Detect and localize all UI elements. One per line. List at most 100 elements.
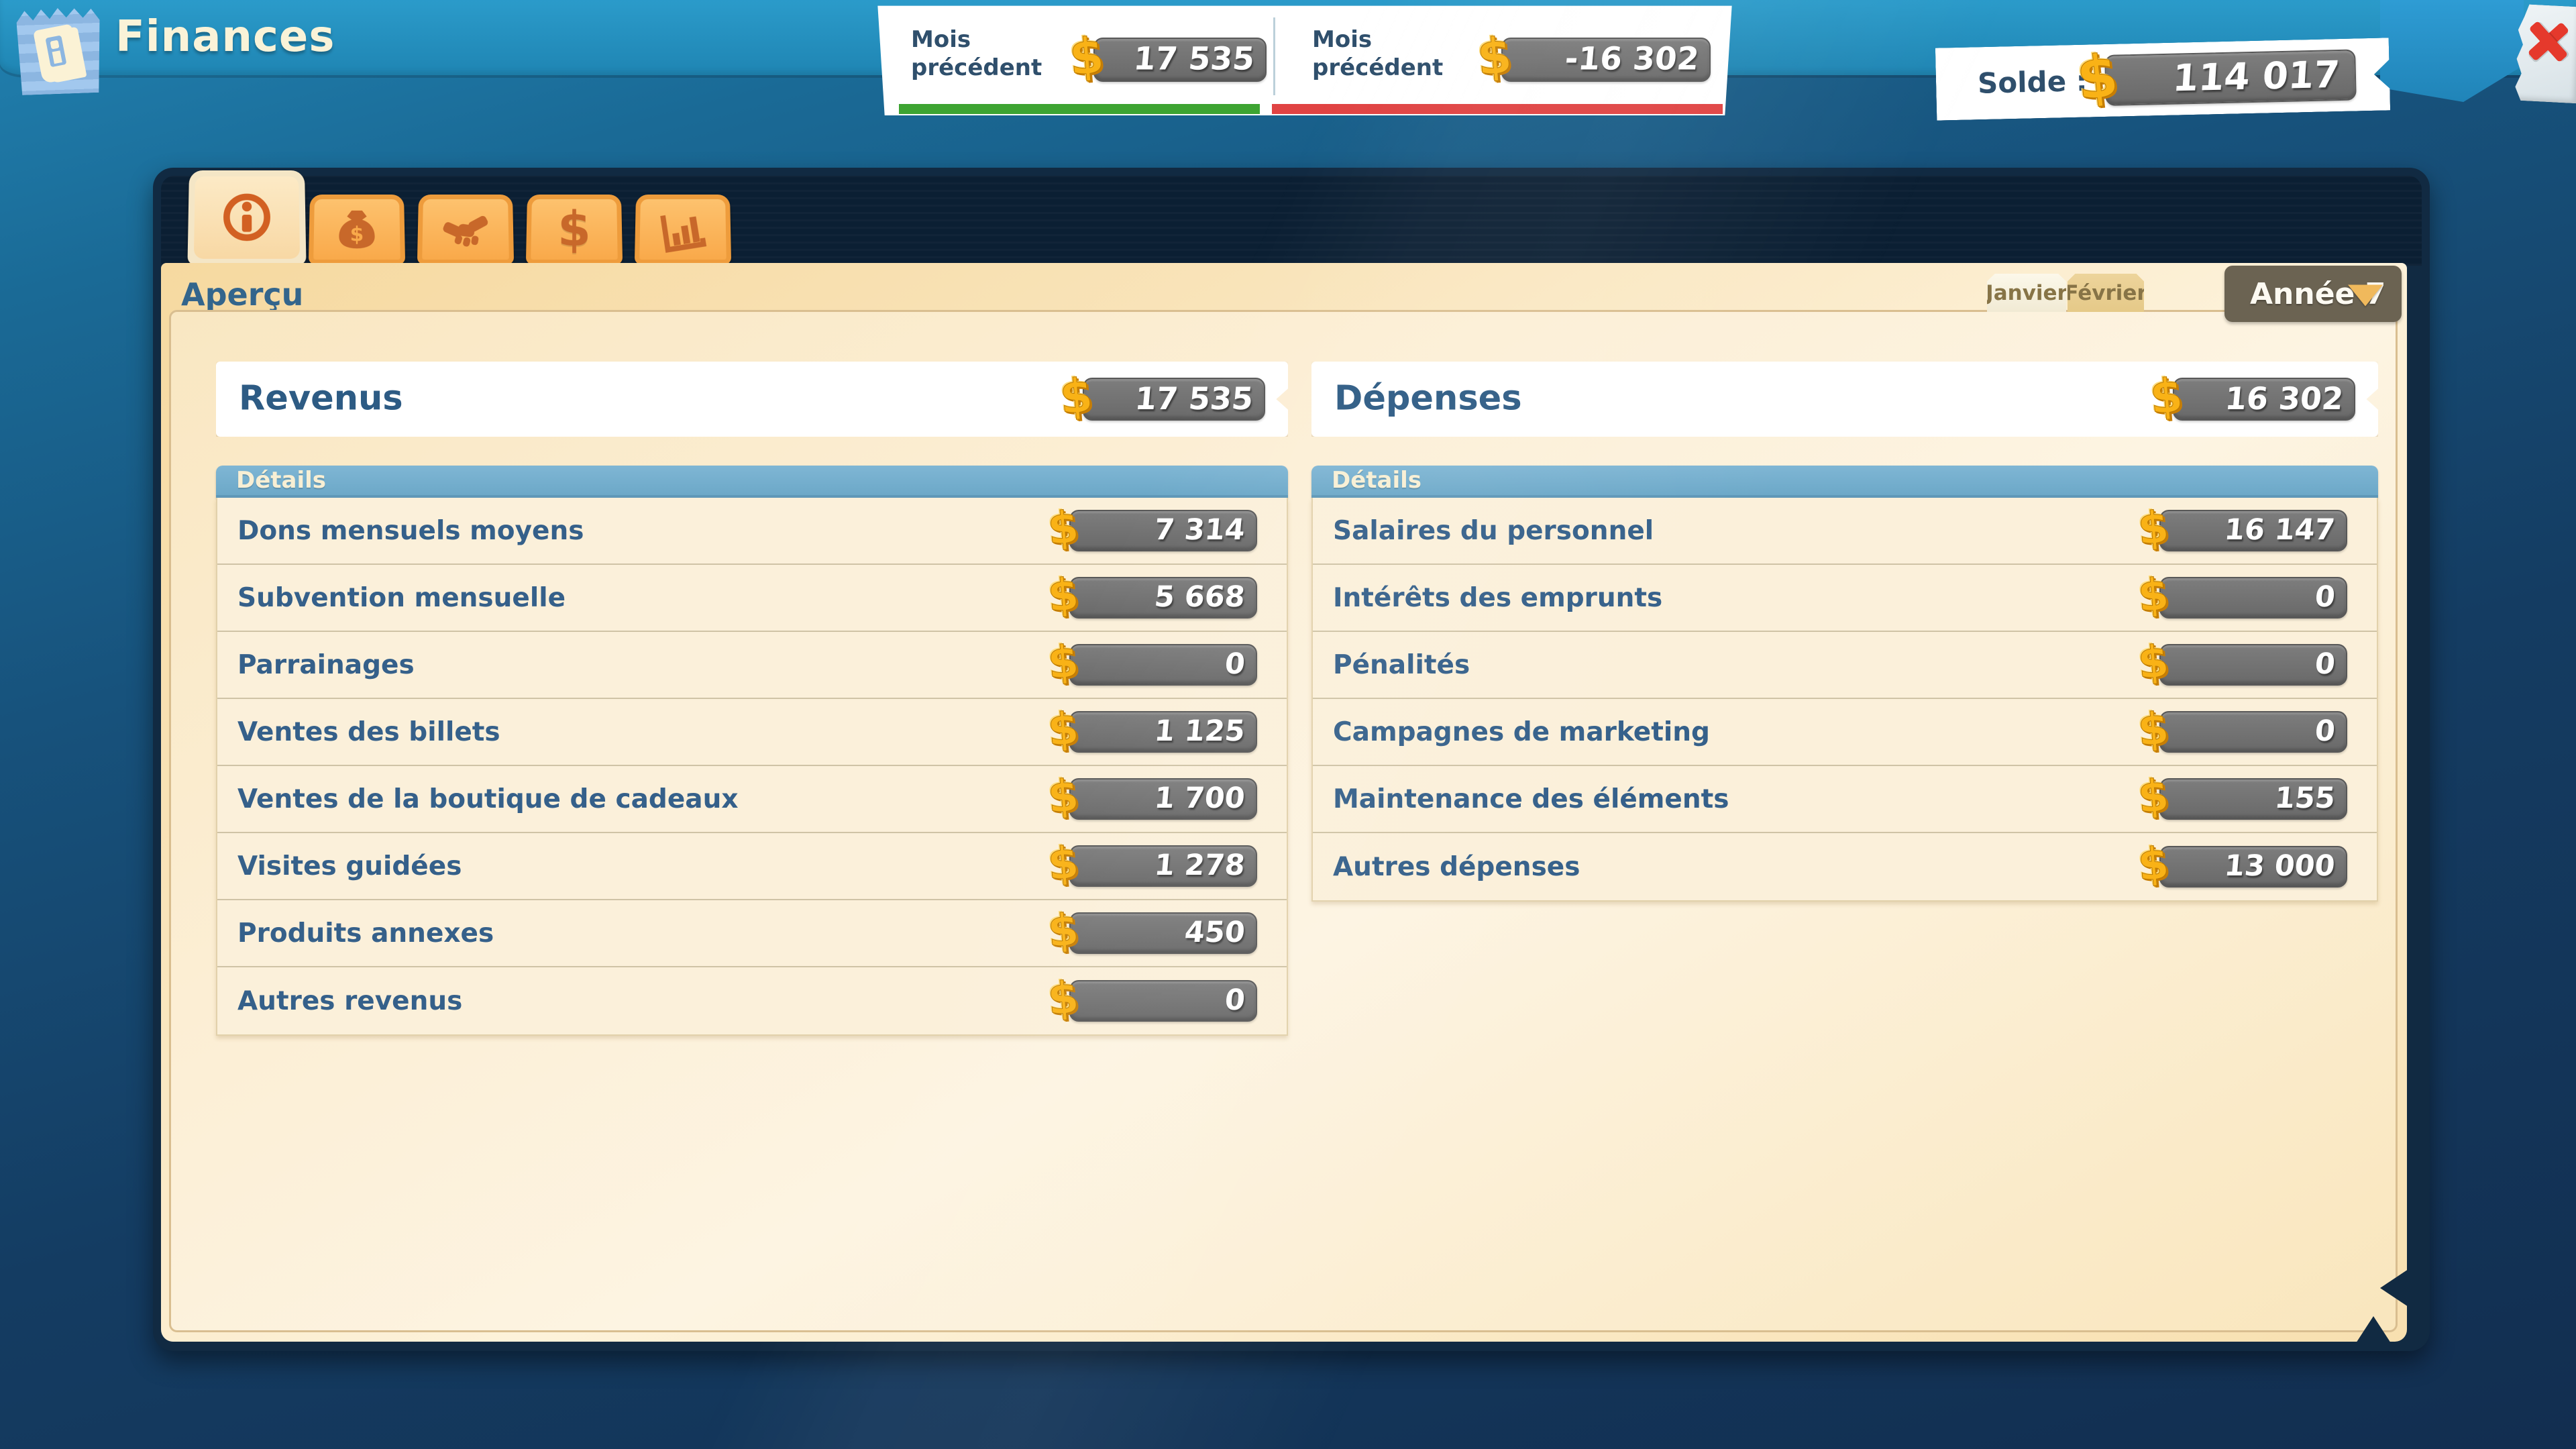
expenses-details-list: Détails Salaires du personnel $ 16 147 I…: [1311, 466, 2378, 902]
table-row: Ventes des billets $ 1 125: [217, 699, 1287, 766]
svg-text:$: $: [350, 223, 364, 246]
prev-month-income-value-pill: $ 17 535: [1093, 38, 1267, 82]
gold-dollar-icon: $: [1046, 568, 1081, 623]
row-label: Campagnes de marketing: [1333, 717, 1710, 747]
close-button[interactable]: [2514, 4, 2576, 104]
prev-month-expense-label: Mois précédent: [1312, 25, 1473, 82]
gold-dollar-icon: $: [2148, 368, 2186, 425]
tab-donations[interactable]: $: [309, 195, 405, 264]
finances-window: $ $: [153, 168, 2430, 1351]
dollar-icon: $: [557, 201, 591, 258]
panel-title: Aperçu: [181, 276, 303, 313]
table-row: Autres dépenses $ 13 000: [1313, 833, 2377, 900]
row-label: Dons mensuels moyens: [237, 516, 584, 546]
gold-dollar-icon: $: [2136, 501, 2171, 555]
table-row: Intérêts des emprunts $ 0: [1313, 565, 2377, 632]
expenses-title: Dépenses: [1334, 378, 1522, 418]
gold-dollar-icon: $: [2136, 568, 2171, 623]
gold-dollar-icon: $: [1067, 27, 1106, 87]
tab-finance-dollar[interactable]: $: [526, 195, 623, 264]
tab-sponsors[interactable]: [417, 195, 514, 264]
row-label: Autres revenus: [237, 986, 462, 1016]
balance-value: 114 017: [2171, 53, 2341, 100]
table-row: Ventes de la boutique de cadeaux $ 1 700: [217, 766, 1287, 833]
row-label: Parrainages: [237, 650, 415, 680]
row-label: Autres dépenses: [1333, 852, 1580, 882]
row-value: 0: [1224, 647, 1246, 681]
tab-charts[interactable]: [635, 195, 731, 264]
prev-month-expense-value-pill: $ -16 302: [1501, 38, 1711, 82]
row-value: 450: [1183, 916, 1246, 949]
row-value-pill: $ 16 147: [2159, 510, 2347, 551]
row-value: 0: [2314, 714, 2337, 748]
table-row: Dons mensuels moyens $ 7 314: [217, 498, 1287, 565]
gold-dollar-icon: $: [1046, 635, 1081, 690]
row-value-pill: $ 1 125: [1069, 711, 1257, 753]
table-row: Produits annexes $ 450: [217, 900, 1287, 967]
prev-month-expense-value: -16 302: [1563, 40, 1700, 77]
row-value-pill: $ 1 278: [1069, 845, 1257, 887]
gold-dollar-icon: $: [2136, 702, 2171, 757]
row-value: 1 700: [1153, 782, 1246, 815]
row-value: 1 278: [1153, 849, 1246, 882]
row-label: Visites guidées: [237, 851, 462, 881]
income-header-card: Revenus $ 17 535: [216, 362, 1288, 437]
gold-dollar-icon: $: [1046, 769, 1081, 824]
row-value-pill: $ 0: [2159, 711, 2347, 753]
table-row: Visites guidées $ 1 278: [217, 833, 1287, 900]
table-row: Campagnes de marketing $ 0: [1313, 699, 2377, 766]
prev-month-income-label: Mois précédent: [911, 25, 1072, 82]
month-button-janvier[interactable]: Janvier: [1987, 274, 2066, 312]
expenses-header-card: Dépenses $ 16 302: [1311, 362, 2378, 437]
row-label: Maintenance des éléments: [1333, 784, 1729, 814]
row-label: Salaires du personnel: [1333, 516, 1654, 546]
bar-chart-icon: [659, 205, 707, 254]
row-value: 7 314: [1153, 513, 1246, 547]
paper-bottom-notch: [2356, 1316, 2391, 1343]
income-indicator-bar: [899, 104, 1260, 114]
expenses-total-value: 16 302: [2224, 380, 2345, 417]
row-label: Subvention mensuelle: [237, 583, 566, 613]
income-total-value: 17 535: [1134, 380, 1255, 417]
paper-right-notch: [2380, 1269, 2408, 1307]
table-row: Parrainages $ 0: [217, 632, 1287, 699]
gold-dollar-icon: $: [1046, 501, 1081, 555]
row-value-pill: $ 5 668: [1069, 577, 1257, 619]
page-title: Finances: [115, 12, 335, 62]
table-row: Autres revenus $ 0: [217, 967, 1287, 1034]
balance-banner: Solde : $ 114 017: [1935, 38, 2390, 120]
row-label: Ventes de la boutique de cadeaux: [237, 784, 739, 814]
year-dropdown[interactable]: Année 7: [2224, 266, 2402, 322]
balance-ribbon: [2380, 0, 2524, 102]
gold-dollar-icon: $: [1046, 904, 1081, 958]
balance-value-pill: $ 114 017: [2104, 49, 2357, 105]
row-value: 0: [1224, 983, 1246, 1017]
row-value-pill: $ 450: [1069, 912, 1257, 954]
row-value-pill: $ 13 000: [2159, 846, 2347, 888]
income-details-header: Détails: [216, 466, 1288, 498]
row-value: 155: [2273, 782, 2337, 815]
row-label: Ventes des billets: [237, 717, 500, 747]
row-label: Intérêts des emprunts: [1333, 583, 1662, 613]
row-value-pill: $ 0: [2159, 644, 2347, 686]
finances-screen: Finances Mois précédent $ 17 535 Mois pr…: [0, 0, 2576, 1449]
expense-indicator-bar: [1272, 104, 1723, 114]
gold-dollar-icon: $: [2136, 769, 2171, 824]
tab-overview[interactable]: [187, 170, 306, 265]
expenses-total-pill: $ 16 302: [2173, 378, 2355, 421]
row-value: 1 125: [1153, 714, 1246, 748]
row-value-pill: $ 0: [2159, 577, 2347, 619]
expenses-details-header: Détails: [1311, 466, 2378, 498]
income-details-label: Détails: [236, 467, 326, 494]
gold-dollar-icon: $: [1046, 971, 1081, 1026]
row-value-pill: $ 0: [1069, 980, 1257, 1022]
table-row: Pénalités $ 0: [1313, 632, 2377, 699]
expenses-details-label: Détails: [1332, 467, 1421, 494]
expenses-rows: Salaires du personnel $ 16 147 Intérêts …: [1311, 498, 2378, 902]
chevron-down-triangle-icon: [2348, 285, 2383, 307]
month-button-fevrier[interactable]: Février: [2068, 274, 2144, 312]
gold-dollar-icon: $: [1046, 702, 1081, 757]
paper-panel: Aperçu Janvier Février Année 7 Revenus $…: [161, 263, 2407, 1342]
gold-dollar-icon: $: [2136, 635, 2171, 690]
row-value: 0: [2314, 580, 2337, 614]
